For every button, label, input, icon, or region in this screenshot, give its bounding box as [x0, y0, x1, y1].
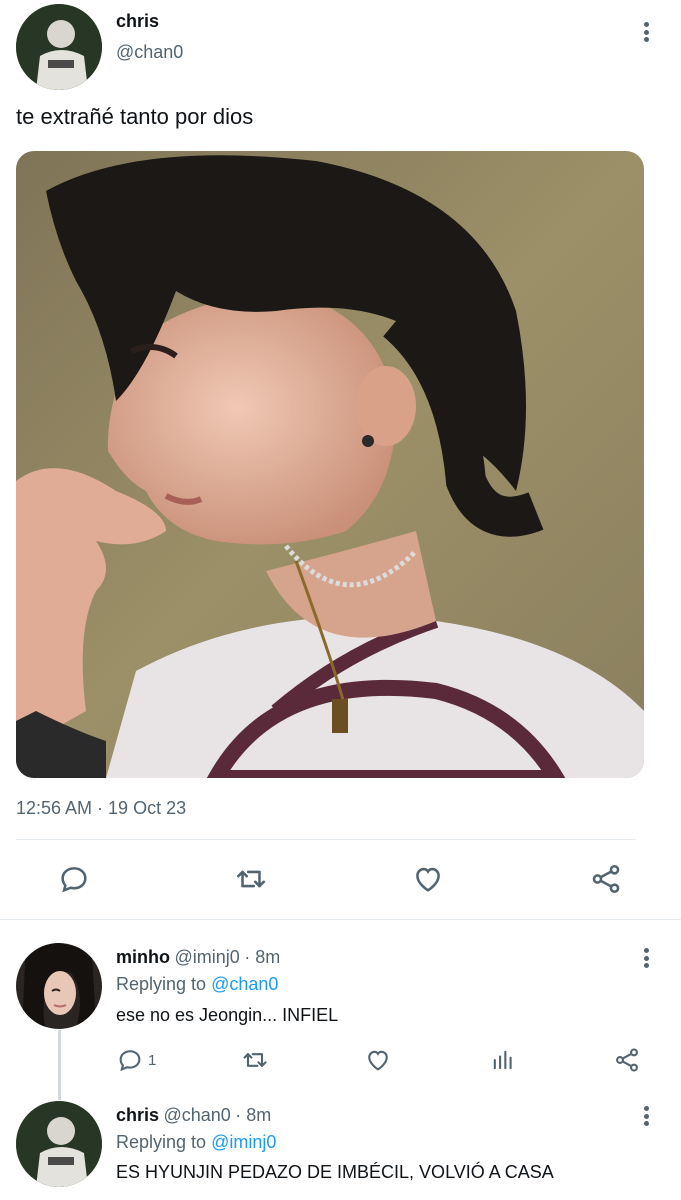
more-options-icon[interactable]: [636, 1103, 656, 1129]
more-options-icon[interactable]: [636, 19, 656, 45]
retweet-icon[interactable]: [240, 1046, 270, 1074]
reply-time: · 8m: [244, 947, 281, 967]
reply-text: ES HYUNJIN PEDAZO DE IMBÉCIL, VOLVIÓ A C…: [116, 1162, 554, 1182]
reply-author-handle[interactable]: @chan0: [163, 1105, 230, 1125]
divider: [0, 919, 681, 920]
replying-to: Replying to @chan0: [116, 974, 278, 995]
more-options-icon[interactable]: [636, 945, 656, 971]
replying-mention[interactable]: @chan0: [211, 974, 278, 994]
analytics-icon[interactable]: [489, 1046, 517, 1074]
share-icon[interactable]: [589, 862, 623, 896]
reply-count: 1: [148, 1051, 157, 1069]
share-icon[interactable]: [613, 1046, 641, 1074]
reply-avatar[interactable]: [16, 1101, 102, 1187]
replying-mention[interactable]: @iminj0: [211, 1132, 276, 1152]
reply-icon[interactable]: 1: [116, 1046, 156, 1074]
author-name[interactable]: chris: [116, 11, 159, 32]
tweet-text: te extrañé tanto por dios: [16, 104, 254, 129]
divider: [16, 839, 636, 840]
reply-avatar[interactable]: [16, 943, 102, 1029]
tweet-timestamp[interactable]: 12:56 AM · 19 Oct 23: [16, 798, 186, 819]
like-icon[interactable]: [364, 1046, 392, 1074]
tweet-photo[interactable]: [16, 151, 644, 778]
replying-label: Replying to: [116, 1132, 207, 1152]
author-avatar[interactable]: [16, 4, 102, 90]
reply-icon[interactable]: [57, 862, 91, 896]
reply-author-name[interactable]: chris: [116, 1105, 159, 1125]
reply-time: · 8m: [235, 1105, 272, 1125]
reply-author-handle[interactable]: @iminj0: [174, 947, 239, 967]
thread-connector: [58, 1030, 61, 1100]
replying-to: Replying to @iminj0: [116, 1132, 276, 1153]
like-icon[interactable]: [411, 862, 445, 896]
replying-label: Replying to: [116, 974, 207, 994]
reply-header: chris @chan0 · 8m: [116, 1105, 271, 1126]
reply-author-name[interactable]: minho: [116, 947, 170, 967]
reply-header: minho @iminj0 · 8m: [116, 947, 280, 968]
reply-text: ese no es Jeongin... INFIEL: [116, 1005, 339, 1025]
author-handle[interactable]: @chan0: [116, 42, 183, 63]
retweet-icon[interactable]: [233, 862, 269, 896]
